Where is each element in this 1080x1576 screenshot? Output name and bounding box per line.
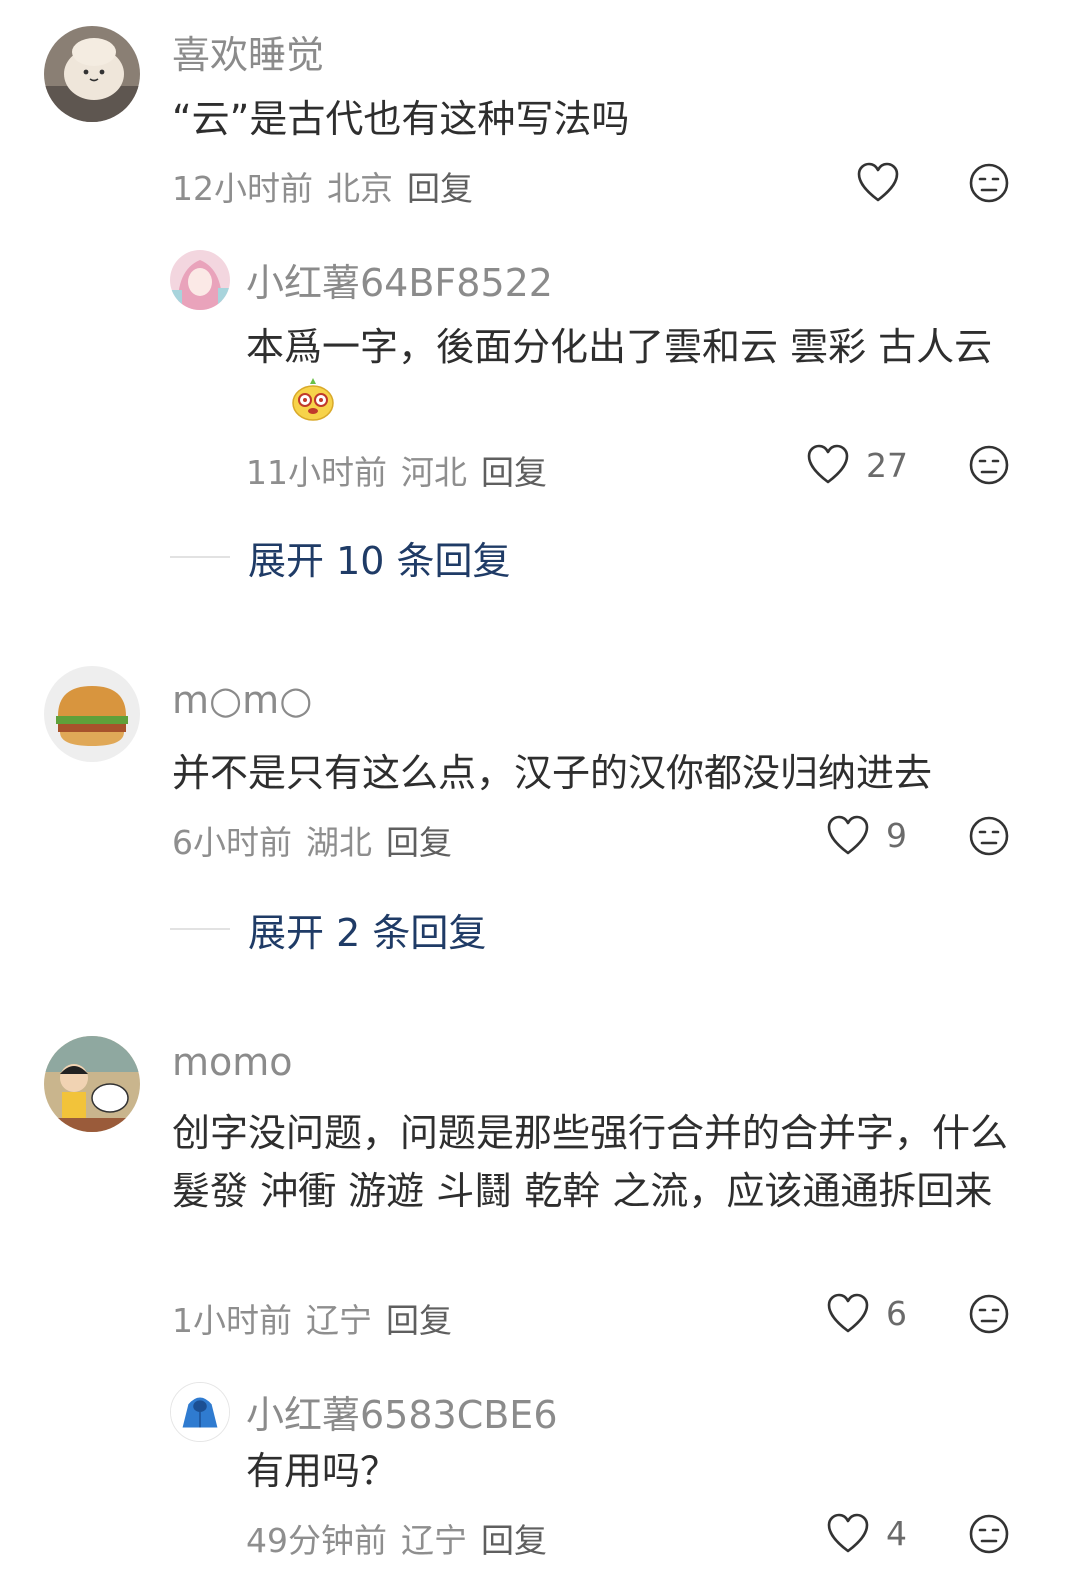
expand-replies-button[interactable]: 展开 10 条回复 [170,530,511,585]
reply-username[interactable]: 小红薯64BF8522 [246,252,553,307]
reply-button[interactable]: 回复 [407,169,473,208]
dislike-face-icon[interactable] [968,815,1010,857]
avatar-cartoon[interactable] [44,1036,140,1132]
dislike-face-icon[interactable] [968,162,1010,204]
comment-username[interactable]: momo [172,1040,293,1084]
dislike-face-icon[interactable] [968,1293,1010,1335]
heart-outline-icon[interactable] [826,1293,870,1335]
dislike-face-icon[interactable] [968,1513,1010,1555]
reply-meta: 11小时前 河北 回复 [246,446,561,494]
avatar-anime-girl[interactable] [170,250,230,310]
reply-time: 49分钟前 [246,1521,387,1560]
divider [170,928,230,930]
comment-text: 并不是只有这么点，汉子的汉你都没归纳进去 [172,751,933,795]
comment-location: 湖北 [306,823,372,862]
expand-replies-label[interactable]: 展开 10 条回复 [248,530,511,585]
reply-meta: 49分钟前 辽宁 回复 [246,1514,561,1562]
comment-meta: 6小时前 湖北 回复 [172,816,466,864]
comment-meta: 12小时前 北京 回复 [172,162,487,210]
comment-location: 辽宁 [306,1301,372,1340]
comment-meta: 1小时前 辽宁 回复 [172,1294,466,1342]
comment-time: 6小时前 [172,823,292,862]
comment-text: “云”是古代也有这种写法吗 [172,97,630,141]
reply-button[interactable]: 回复 [386,823,452,862]
comment-location: 北京 [327,169,393,208]
reply-location: 辽宁 [401,1521,467,1560]
reply-button[interactable]: 回复 [481,453,547,492]
reply-text: 有用吗？ [246,1449,399,1493]
comment-time: 12小时前 [172,169,313,208]
reply-button[interactable]: 回复 [386,1301,452,1340]
comment-text: 创字没问题，问题是那些强行合并的合并字，什么 髮發 沖衝 游遊 斗鬪 乾幹 之流… [172,1111,1021,1213]
reply-username[interactable]: 小红薯6583CBE6 [246,1384,558,1439]
reply-button[interactable]: 回复 [481,1521,547,1560]
divider [170,556,230,558]
comment-time: 1小时前 [172,1301,292,1340]
heart-outline-icon[interactable] [806,444,850,486]
comment-username[interactable]: m○m○ [172,678,312,722]
like-count: 9 [886,816,907,855]
reply-location: 河北 [401,453,467,492]
comment-username[interactable]: 喜欢睡觉 [172,24,324,79]
like-count: 27 [866,446,908,485]
avatar-plush[interactable] [44,26,140,122]
dislike-face-icon[interactable] [968,444,1010,486]
heart-outline-icon[interactable] [826,815,870,857]
emoji-sticker-icon [292,378,334,421]
expand-replies-label[interactable]: 展开 2 条回复 [248,902,486,957]
reply-time: 11小时前 [246,453,387,492]
reply-text: 本爲一字，後面分化出了雲和云 雲彩 古人云 [246,318,1036,376]
expand-replies-button[interactable]: 展开 2 条回复 [170,902,486,957]
heart-outline-icon[interactable] [826,1513,870,1555]
like-count: 6 [886,1294,907,1333]
avatar-burger[interactable] [44,666,140,762]
like-count: 4 [886,1514,907,1553]
avatar-hoodie[interactable] [170,1382,230,1442]
heart-outline-icon[interactable] [856,162,900,204]
reply-text-content: 本爲一字，後面分化出了雲和云 雲彩 古人云 [246,325,993,369]
